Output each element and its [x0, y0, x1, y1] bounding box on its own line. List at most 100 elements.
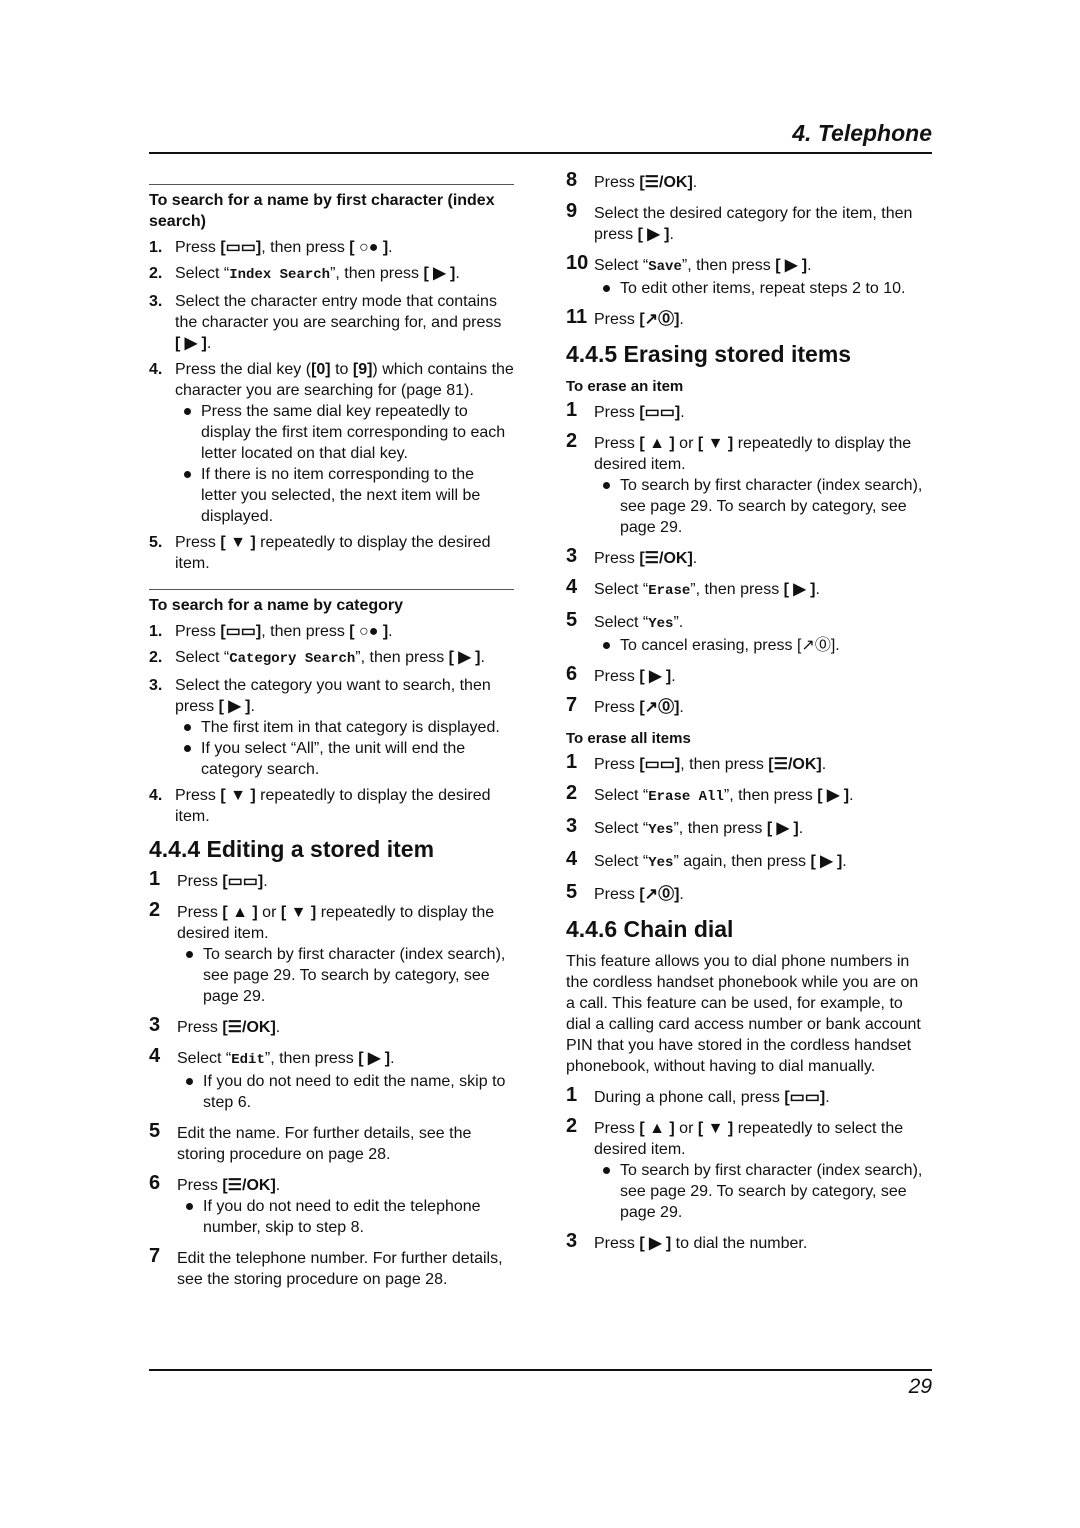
text-run: . [388, 239, 393, 256]
text-run: Press [175, 239, 221, 256]
text-run: ”. [673, 614, 684, 631]
step-number: 4 [149, 1045, 161, 1067]
section-divider [149, 589, 514, 590]
step-number: 1. [149, 623, 163, 640]
step-item: 4 Select “Yes” again, then press [ ▶ ]. [566, 848, 931, 874]
text-run: Select “ [594, 581, 649, 598]
step-number: 2. [149, 265, 163, 282]
bullet-note: If you do not need to edit the name, ski… [177, 1071, 514, 1113]
right-arrow-key-icon: [ ▶ ] [637, 226, 670, 243]
step-number: 3 [566, 1230, 578, 1252]
text-run: Press [594, 311, 640, 328]
text-run: Select “ [175, 649, 230, 666]
step-item: 3 Press [☰/OK]. [149, 1015, 514, 1038]
phonebook-key-icon: [▭▭] [784, 1089, 826, 1106]
text-run: Press [594, 886, 640, 903]
text-run: Select the character entry mode that con… [175, 293, 502, 331]
step-number: 1 [149, 868, 161, 890]
step-item: 2 Select “Erase All”, then press [ ▶ ]. [566, 782, 931, 808]
phonebook-key-icon: [▭▭] [220, 239, 262, 256]
text-run: Press [594, 756, 640, 773]
category-search-steps: 1. Press [▭▭], then press [ ○● ]. 2. Select… [149, 621, 514, 827]
down-arrow-key-icon: [ ▼ ] [697, 1120, 734, 1137]
step-text: Edit the name. For further details, see … [177, 1123, 514, 1165]
text-run: or [674, 1120, 698, 1137]
off-key-icon: [↗⓪] [639, 311, 680, 328]
step-number: 3 [566, 545, 578, 567]
right-arrow-key-icon: [ ▶ ] [448, 649, 481, 666]
step-number: 2 [149, 899, 161, 921]
step-item: 10 Select “Save”, then press [ ▶ ]. To edi… [566, 253, 931, 299]
step-item: 4. Press [ ▼ ] repeatedly to display the … [149, 785, 514, 827]
footer-rule [149, 1369, 932, 1371]
step-text: Press [▭▭], then press [ ○● ]. [175, 621, 514, 642]
manual-page: 4. Telephone To search for a name by fir… [0, 0, 1080, 1528]
text-run: . [275, 1177, 281, 1194]
bullet-note: To search by first character (index sear… [594, 475, 931, 538]
step-number: 2. [149, 649, 163, 666]
chapter-title: 4. Telephone [792, 120, 932, 146]
text-run: . [815, 581, 820, 598]
chain-dial-intro: This feature allows you to dial phone nu… [566, 953, 921, 1075]
step-item: 3 Press [☰/OK]. [566, 545, 931, 569]
step-item: 4. Press the dial key ([0] to [9]) which … [149, 359, 514, 527]
bullet-note: To edit other items, repeat steps 2 to 1… [594, 278, 931, 299]
step-item: 1 Press [▭▭], then press [☰/OK]. [566, 752, 931, 775]
bullet-note: If you do not need to edit the telephone… [177, 1196, 514, 1238]
step-text: Press [▭▭]. [594, 402, 931, 423]
right-arrow-key-icon: [ ▶ ] [817, 787, 850, 804]
phonebook-key-icon: [▭▭] [220, 623, 262, 640]
text-run: Press the dial key ( [175, 361, 312, 378]
menu-option-text: Index Search [229, 267, 331, 283]
step-item: 5 Press [↗⓪]. [566, 882, 931, 905]
up-arrow-key-icon: [ ▲ ] [222, 904, 258, 921]
menu-ok-key-icon: [☰/OK] [639, 174, 693, 191]
text-run: . [679, 699, 684, 716]
step-item: 7 Press [↗⓪]. [566, 695, 931, 718]
text-run: Select “ [175, 265, 230, 282]
menu-option-text: Yes [648, 855, 674, 871]
step-item: 5 Select “Yes”. To cancel erasing, press [… [566, 609, 931, 656]
step-item: 8 Press [☰/OK]. [566, 169, 931, 193]
menu-ok-key-icon: [☰/OK] [222, 1019, 276, 1036]
menu-option-text: Edit [231, 1052, 265, 1068]
step-number: 2 [566, 782, 578, 804]
editing-heading: 4.4.4 Editing a stored item [149, 836, 435, 862]
step-item: 1. Press [▭▭], then press [ ○● ]. [149, 237, 514, 258]
erase-item-steps: 1 Press [▭▭]. 2 Press [ ▲ ] or [ ▼ ] repeat… [566, 399, 931, 718]
index-search-steps: 1. Press [▭▭], then press [ ○● ]. 2. Select… [149, 237, 514, 574]
down-arrow-key-icon: [ ▼ ] [220, 787, 256, 804]
erase-item-heading: To erase an item [566, 378, 684, 395]
text-run: ” again, then press [673, 853, 811, 870]
step-item: 3. Select the category you want to search… [149, 675, 514, 780]
menu-ok-key-icon: [☰/OK] [639, 550, 693, 567]
step-number: 7 [149, 1245, 161, 1267]
text-run: . [679, 886, 684, 903]
step-number: 1 [566, 399, 578, 421]
step-text: Press [ ▶ ]. [594, 666, 931, 687]
step-text: Press [▭▭], then press [☰/OK]. [594, 754, 931, 775]
step-text: Select “Yes”, then press [ ▶ ]. [594, 818, 931, 841]
erasing-heading: 4.4.5 Erasing stored items [566, 341, 852, 367]
step-text: Select the category you want to search, … [175, 675, 514, 717]
step-item: 5 Edit the name. For further details, see… [149, 1121, 514, 1165]
step-text: Press [ ▲ ] or [ ▼ ] repeatedly to displ… [177, 902, 514, 944]
step-number: 1. [149, 239, 163, 256]
step-text: Press [☰/OK]. [177, 1175, 514, 1196]
step-text: Press [☰/OK]. [177, 1017, 514, 1038]
step-number: 4. [149, 361, 163, 378]
step-number: 8 [566, 169, 578, 191]
text-run: Edit the name. For further details, see … [177, 1125, 472, 1163]
step-number: 5. [149, 534, 163, 551]
step-number: 4 [566, 848, 578, 870]
step-item: 5. Press [ ▼ ] repeatedly to display the … [149, 532, 514, 574]
step-text: Press [↗⓪]. [594, 309, 931, 330]
text-run: Press [594, 435, 640, 452]
text-run: . [807, 257, 812, 274]
step-number: 5 [566, 609, 578, 631]
text-run: ”, then press [681, 257, 776, 274]
step-number: 2 [566, 1115, 578, 1137]
menu-option-text: Erase All [648, 789, 724, 805]
text-run: , then press [261, 623, 350, 640]
off-key-icon: [↗⓪] [639, 699, 680, 716]
